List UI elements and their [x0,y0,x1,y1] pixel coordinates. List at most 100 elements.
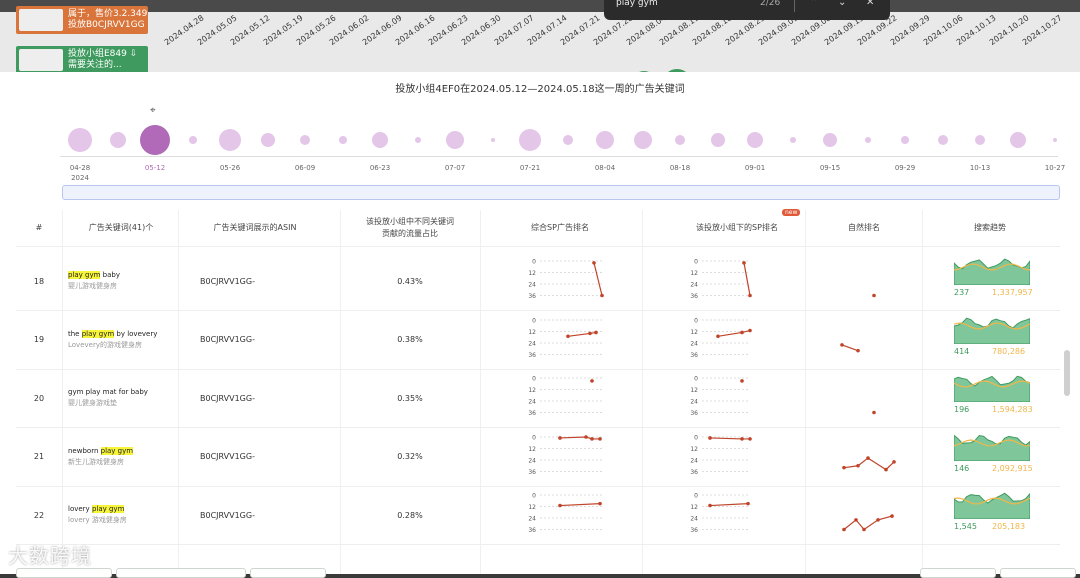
rank-tick: 36 [690,293,698,300]
rank-tick: 0 [532,259,536,266]
trend-chart [953,258,1031,286]
week-bubble[interactable] [490,138,495,142]
header-index: # [35,223,43,232]
week-bubble[interactable] [446,131,464,149]
week-bubble[interactable] [68,128,92,152]
next-match-icon[interactable]: ⌄ [838,0,846,8]
asin-cell[interactable]: B0CJRVV1GG- [200,252,310,310]
table-row[interactable]: 22 lovery play gym lovery 游戏健身房 B0CJRVV1GG-… [16,486,1060,545]
search-trend-cell [953,314,1031,348]
bottom-button[interactable] [1000,568,1076,578]
table-header: # 广告关键词(41)个 广告关键词展示的ASIN 该投放小组中不同关键词贡献的… [16,210,1060,247]
table-row[interactable]: 18 play gym baby 婴儿游戏健身房 B0CJRVV1GG- 0.43% 0 1… [16,252,1060,311]
range-slider[interactable] [62,185,1060,200]
bottom-button[interactable] [250,568,326,578]
keyword-en: lovery play gym [68,505,188,513]
week-bubble[interactable] [789,137,796,143]
rank-tick: 36 [528,293,536,300]
rank-point [740,436,744,441]
trend-min: 237 [954,288,970,297]
week-bubble[interactable] [260,133,275,147]
rank-chart: 0 12 24 36 [528,259,604,300]
panel-title: 投放小组4EF0在2024.05.12—2024.05.18这一周的广告关键词 [395,84,685,95]
week-bubble[interactable] [1009,132,1026,148]
asin-cell[interactable]: B0CJRVV1GG- [200,369,310,427]
rank-point [584,434,588,439]
rank-point [740,330,744,334]
week-bubble[interactable] [338,136,347,144]
table-row[interactable]: 19 the play gym by lovevery Lovevery的游戏健身房… [16,311,1060,370]
week-bubble[interactable] [901,136,909,144]
trend-chart [953,492,1031,520]
rank-point [566,333,570,338]
trend-max: 780,286 [992,346,1026,356]
rank-tick: 24 [690,340,698,347]
share-cell: 0.28% [397,510,423,520]
week-bubble[interactable] [414,137,421,143]
keyword-pre: newborn [68,446,101,455]
week-bubble[interactable] [519,129,541,151]
bottom-button[interactable] [16,568,112,578]
week-bubble[interactable] [747,132,763,148]
background-date-axis: 2024.04.28 2024.05.05 2024.05.12 2024.05.19… [163,13,1068,50]
week-bubble[interactable] [633,131,652,149]
rank-tick: 36 [690,410,698,417]
table-row[interactable]: 20 gym play mat for baby 婴儿健身游戏垫 B0CJRVV1GG… [16,369,1060,428]
rank-chart: 0 12 24 36 [528,493,604,534]
asin-cell[interactable]: B0CJRVV1GG- [200,311,310,369]
timeline-label: 08-18 [669,164,691,172]
week-bubble[interactable] [188,136,197,144]
background-card: 属于，售价3.2.3490 投放B0CJRVV1GG [16,6,148,34]
trend-chart [953,433,1031,461]
row-index: 20 [33,393,45,403]
week-bubble[interactable] [937,135,948,145]
card-line: 投放B0CJRVV1GG [68,20,145,30]
vertical-scrollbar[interactable] [1064,350,1070,396]
trend-min: 414 [954,346,970,356]
close-icon[interactable]: ✕ [866,0,874,8]
rank-tick: 36 [528,527,536,534]
header-share: 该投放小组中不同关键词贡献的流量占比 [366,217,454,238]
table-row[interactable]: 21 newborn play gym 新生儿游戏健身房 B0CJRVV1GG- 0.3… [16,428,1060,487]
background-card: 投放小组E849 ⇩ 需要关注的... [16,46,148,74]
rank-tick: 24 [690,399,698,406]
week-bubble[interactable] [140,125,170,155]
timeline-label: 10-27 [1044,164,1066,172]
trend-chart [953,375,1031,403]
week-bubble[interactable] [300,135,310,145]
timeline-label: 07-07 [444,164,466,172]
bottom-button[interactable] [920,568,996,578]
prev-match-icon[interactable]: ⌃ [810,0,818,8]
week-bubble[interactable] [675,135,685,145]
organic-rank-cell [834,489,904,545]
week-bubble[interactable] [710,133,725,147]
organic-point [876,518,880,522]
rank-point [588,331,592,335]
week-bubble[interactable] [975,135,985,145]
asin-cell[interactable]: B0CJRVV1GG- [200,486,310,544]
timeline-label: 05-26 [219,164,241,172]
rank-tick: 12 [690,387,698,394]
week-bubble[interactable] [372,132,388,148]
week-bubble[interactable] [596,131,614,149]
keyword-cn: Lovevery的游戏健身房 [68,340,142,349]
card-line: 属于，售价3.2.3490 [68,9,148,19]
organic-point [872,410,876,415]
rank-point [746,501,750,506]
week-bubble[interactable] [109,132,126,148]
week-bubble[interactable] [219,129,241,151]
find-query[interactable]: play gym [616,0,658,8]
week-bubble[interactable] [1053,138,1057,142]
week-bubbles [0,110,1080,156]
rank-tick: 12 [528,504,536,511]
week-bubble[interactable] [864,137,871,143]
rank-point [708,435,712,440]
search-trend-cell [953,489,1031,523]
bottom-button[interactable] [116,568,246,578]
asin-cell[interactable]: B0CJRVV1GG- [200,428,310,486]
rank-point [590,436,594,441]
week-bubble[interactable] [562,135,573,145]
rank-point [590,379,594,383]
keyword-cn: lovery 游戏健身房 [68,516,127,524]
week-bubble[interactable] [823,133,837,147]
